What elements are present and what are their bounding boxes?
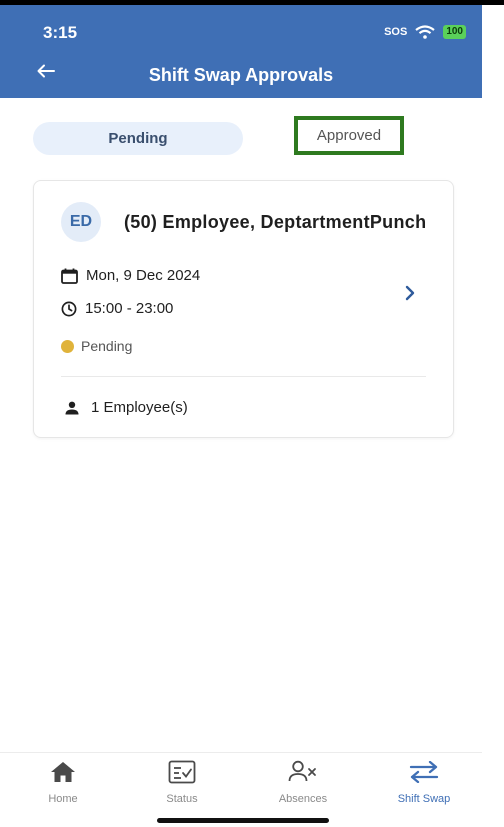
wifi-icon — [415, 25, 435, 39]
nav-home-label: Home — [48, 793, 78, 805]
avatar: ED — [61, 202, 101, 242]
clock-icon — [61, 301, 77, 316]
tab-approved[interactable]: Approved — [294, 116, 404, 155]
shift-swap-card[interactable]: ED (50) Employee, DeptartmentPunch Mon, … — [33, 180, 454, 438]
nav-absences[interactable]: Absences — [255, 759, 351, 805]
status-indicators: SOS 100 — [384, 25, 466, 39]
status-row: Pending — [61, 338, 132, 354]
shift-date: Mon, 9 Dec 2024 — [86, 267, 201, 284]
time-row: 15:00 - 23:00 — [61, 300, 173, 317]
absences-icon — [288, 760, 316, 782]
home-icon — [51, 762, 75, 782]
page-title: Shift Swap Approvals — [148, 65, 334, 85]
date-row: Mon, 9 Dec 2024 — [61, 267, 200, 284]
chevron-right-icon[interactable] — [404, 285, 416, 301]
nav-shift-swap[interactable]: Shift Swap — [376, 759, 472, 805]
app-header: 3:15 SOS 100 Shift Swap Approvals — [0, 5, 482, 98]
divider — [61, 376, 426, 377]
pending-dot-icon — [61, 339, 74, 353]
shift-swap-icon — [409, 761, 439, 783]
nav-absences-label: Absences — [278, 793, 328, 805]
battery-indicator: 100 — [443, 25, 466, 39]
home-indicator — [157, 818, 329, 823]
status-icon — [168, 760, 196, 784]
right-edge — [482, 5, 504, 826]
person-icon — [65, 401, 79, 414]
nav-home[interactable]: Home — [15, 759, 111, 805]
status-time: 3:15 — [43, 23, 78, 42]
nav-status[interactable]: Status — [134, 759, 230, 805]
employee-count: 1 Employee(s) — [91, 399, 188, 416]
shift-time: 15:00 - 23:00 — [85, 300, 174, 317]
nav-shift-swap-label: Shift Swap — [397, 793, 451, 805]
calendar-icon — [61, 268, 78, 284]
employee-count-row: 1 Employee(s) — [65, 399, 188, 416]
bottom-navigation: Home Status Absences Shift Swap — [0, 752, 482, 827]
employee-name: (50) Employee, DeptartmentPunch — [124, 212, 427, 232]
status-badge: Pending — [81, 338, 133, 354]
tab-pending[interactable]: Pending — [33, 122, 243, 155]
sos-indicator: SOS — [384, 26, 408, 38]
nav-status-label: Status — [166, 793, 198, 805]
